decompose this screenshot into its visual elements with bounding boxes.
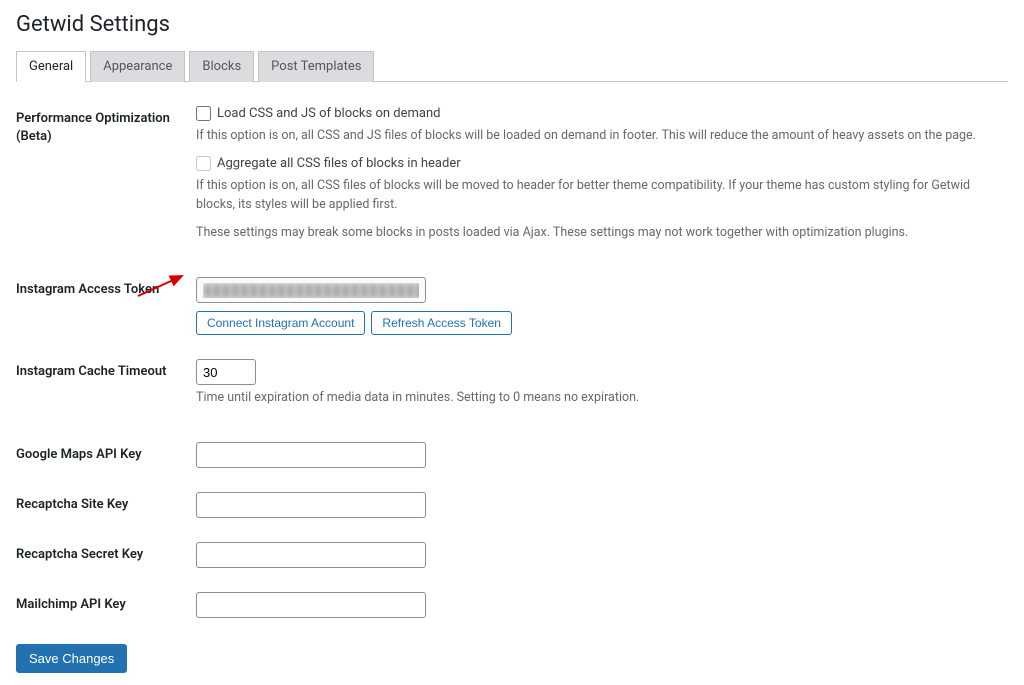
aggregate-css-desc: If this option is on, all CSS files of b…	[196, 177, 1008, 215]
aggregate-css-label: Aggregate all CSS files of blocks in hea…	[217, 156, 461, 171]
mailchimp-label: Mailchimp API Key	[16, 586, 196, 636]
tab-appearance[interactable]: Appearance	[90, 51, 185, 82]
load-on-demand-desc: If this option is on, all CSS and JS fil…	[196, 127, 1008, 146]
load-on-demand-checkbox[interactable]	[196, 106, 211, 121]
mailchimp-input[interactable]	[196, 592, 426, 618]
instagram-timeout-input[interactable]	[196, 359, 256, 385]
google-maps-label: Google Maps API Key	[16, 436, 196, 486]
aggregate-css-checkbox[interactable]	[196, 156, 211, 171]
refresh-token-button[interactable]: Refresh Access Token	[371, 311, 512, 335]
instagram-token-label: Instagram Access Token	[16, 271, 196, 353]
recaptcha-secret-input[interactable]	[196, 542, 426, 568]
performance-note: These settings may break some blocks in …	[196, 224, 1008, 243]
tab-blocks[interactable]: Blocks	[189, 51, 254, 82]
instagram-timeout-label: Instagram Cache Timeout	[16, 353, 196, 436]
tab-post-templates[interactable]: Post Templates	[258, 51, 374, 82]
tab-general[interactable]: General	[16, 51, 86, 82]
load-on-demand-label: Load CSS and JS of blocks on demand	[217, 106, 440, 121]
instagram-timeout-desc: Time until expiration of media data in m…	[196, 389, 1008, 408]
connect-instagram-button[interactable]: Connect Instagram Account	[196, 311, 365, 335]
recaptcha-secret-label: Recaptcha Secret Key	[16, 536, 196, 586]
performance-label: Performance Optimization (Beta)	[16, 100, 196, 271]
tabs-nav: General Appearance Blocks Post Templates	[16, 51, 1008, 82]
google-maps-input[interactable]	[196, 442, 426, 468]
recaptcha-site-label: Recaptcha Site Key	[16, 486, 196, 536]
page-title: Getwid Settings	[16, 12, 1008, 37]
save-button[interactable]: Save Changes	[16, 644, 127, 673]
instagram-token-input[interactable]	[196, 277, 426, 303]
recaptcha-site-input[interactable]	[196, 492, 426, 518]
